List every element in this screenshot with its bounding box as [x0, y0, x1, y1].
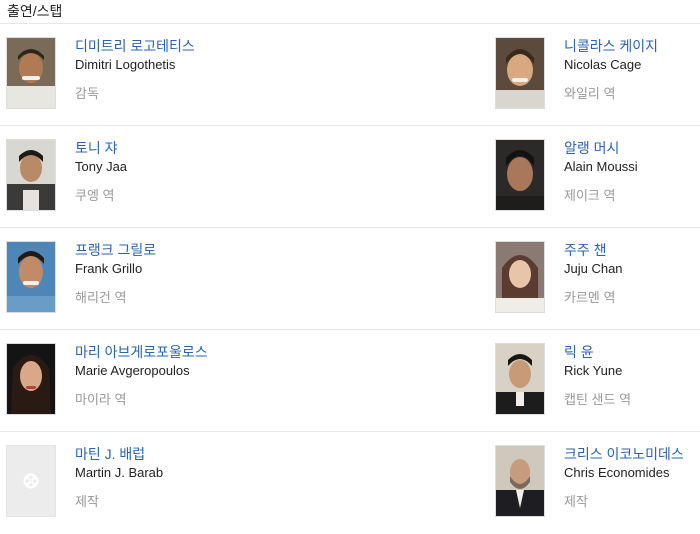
person-name-korean[interactable]: 마틴 J. 배럽: [75, 445, 163, 463]
person-card[interactable]: 주주 챈 Juju Chan 카르멘 역: [495, 241, 700, 313]
person-name-korean[interactable]: 프랭크 그릴로: [75, 241, 156, 259]
person-name-english: Alain Moussi: [564, 159, 638, 174]
person-photo[interactable]: [6, 241, 56, 313]
person-name-english: Chris Economides: [564, 465, 670, 480]
person-name-english: Rick Yune: [564, 363, 623, 378]
person-role: 감독: [75, 86, 99, 101]
person-photo[interactable]: [6, 343, 56, 415]
person-role: 해리건 역: [75, 290, 127, 305]
person-name-korean[interactable]: 디미트리 로고테티스: [75, 37, 195, 55]
person-role: 쿠엥 역: [75, 188, 115, 203]
person-card[interactable]: 마리 아브게로포울로스 Marie Avgeropoulos 마이라 역: [6, 343, 426, 415]
person-name-english: Juju Chan: [564, 261, 623, 276]
section-title: 출연/스탭: [0, 0, 700, 24]
cast-row: 토니 쟈 Tony Jaa 쿠엥 역 알랭 머시 Alain Moussi 제이…: [0, 126, 700, 228]
person-photo-placeholder[interactable]: [6, 445, 56, 517]
person-name-english: Tony Jaa: [75, 159, 128, 174]
person-name-english: Dimitri Logothetis: [75, 57, 176, 72]
person-name-english: Nicolas Cage: [564, 57, 642, 72]
person-name-korean[interactable]: 알랭 머시: [564, 139, 638, 157]
person-role: 제이크 역: [564, 188, 616, 203]
person-name-english: Marie Avgeropoulos: [75, 363, 190, 378]
person-photo[interactable]: [495, 37, 545, 109]
person-photo[interactable]: [495, 343, 545, 415]
person-photo[interactable]: [495, 445, 545, 517]
person-card[interactable]: 알랭 머시 Alain Moussi 제이크 역: [495, 139, 700, 211]
person-photo[interactable]: [495, 241, 545, 313]
person-card[interactable]: 디미트리 로고테티스 Dimitri Logothetis 감독: [6, 37, 426, 109]
person-photo[interactable]: [495, 139, 545, 211]
person-card[interactable]: 마틴 J. 배럽 Martin J. Barab 제작: [6, 445, 426, 517]
person-name-english: Martin J. Barab: [75, 465, 164, 480]
person-role: 캡틴 샌드 역: [564, 392, 632, 407]
person-role: 마이라 역: [75, 392, 127, 407]
person-role: 카르멘 역: [564, 290, 616, 305]
person-card[interactable]: 릭 윤 Rick Yune 캡틴 샌드 역: [495, 343, 700, 415]
person-card[interactable]: 프랭크 그릴로 Frank Grillo 해리건 역: [6, 241, 426, 313]
cast-row: 마리 아브게로포울로스 Marie Avgeropoulos 마이라 역 릭 윤…: [0, 330, 700, 432]
person-card[interactable]: 토니 쟈 Tony Jaa 쿠엥 역: [6, 139, 426, 211]
cast-crew-grid: 디미트리 로고테티스 Dimitri Logothetis 감독 니콜라스 케이…: [0, 24, 700, 534]
person-name-korean[interactable]: 릭 윤: [564, 343, 631, 361]
person-name-korean[interactable]: 크리스 이코노미데스: [564, 445, 684, 463]
person-role: 제작: [564, 494, 588, 509]
person-card[interactable]: 니콜라스 케이지 Nicolas Cage 와일리 역: [495, 37, 700, 109]
person-card[interactable]: 크리스 이코노미데스 Chris Economides 제작: [495, 445, 700, 517]
film-reel-icon: [21, 471, 41, 491]
person-role: 와일리 역: [564, 86, 616, 101]
person-name-korean[interactable]: 토니 쟈: [75, 139, 127, 157]
cast-row: 프랭크 그릴로 Frank Grillo 해리건 역 주주 챈 Juju Cha…: [0, 228, 700, 330]
person-role: 제작: [75, 494, 99, 509]
person-name-korean[interactable]: 니콜라스 케이지: [564, 37, 658, 55]
person-name-korean[interactable]: 마리 아브게로포울로스: [75, 343, 208, 361]
person-name-korean[interactable]: 주주 챈: [564, 241, 623, 259]
cast-row: 디미트리 로고테티스 Dimitri Logothetis 감독 니콜라스 케이…: [0, 24, 700, 126]
person-name-english: Frank Grillo: [75, 261, 143, 276]
person-photo[interactable]: [6, 37, 56, 109]
person-photo[interactable]: [6, 139, 56, 211]
cast-row: 마틴 J. 배럽 Martin J. Barab 제작 크리스 이코노미데스 C…: [0, 432, 700, 534]
